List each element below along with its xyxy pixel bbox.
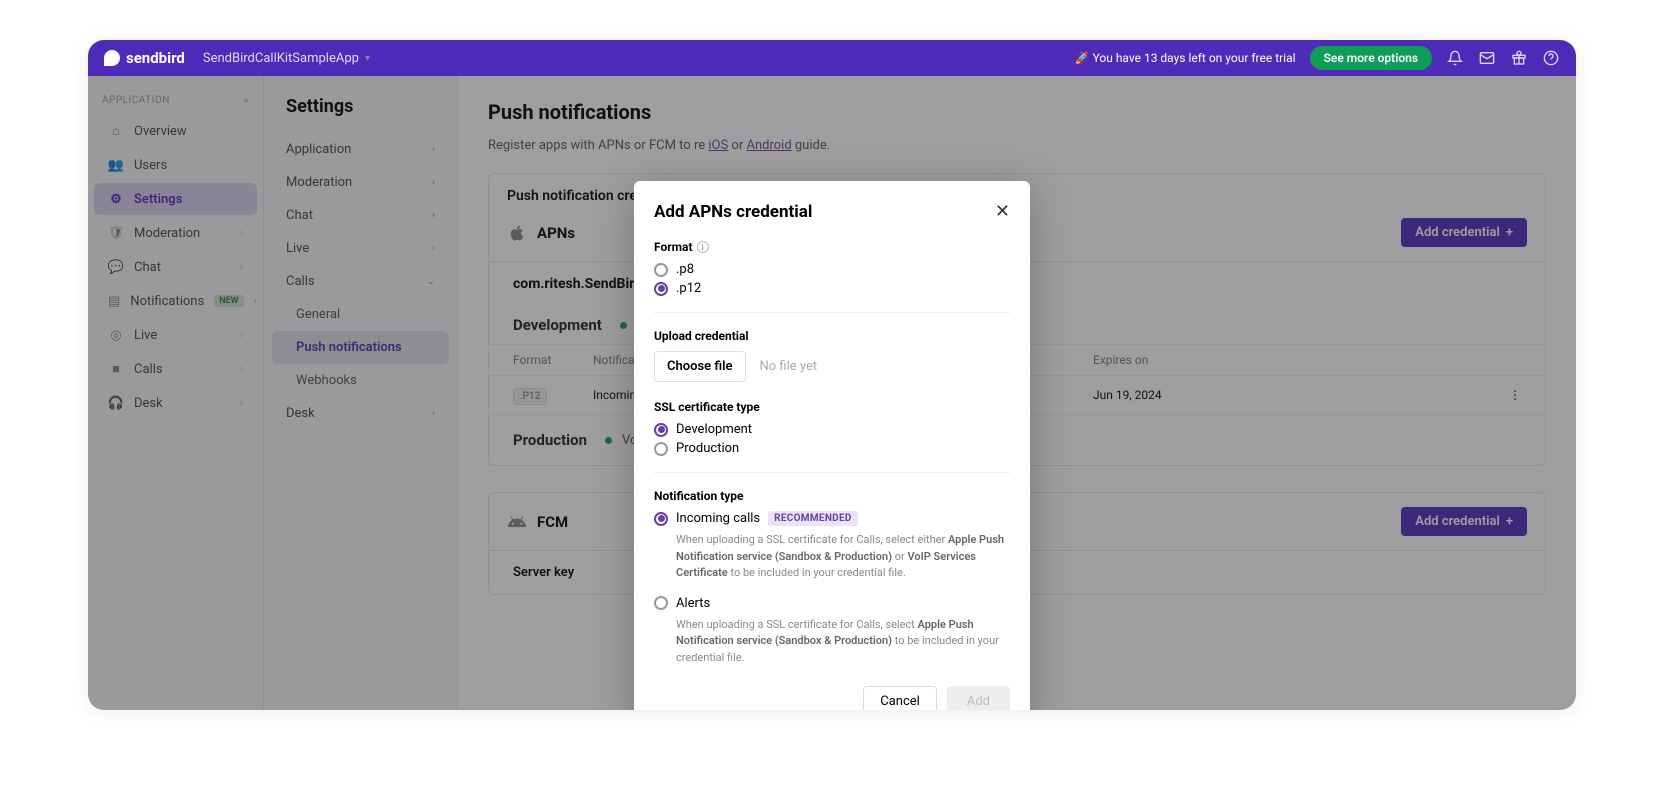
body: APPLICATION « ⌂Overview 👥Users ⚙Settings… (88, 76, 1576, 710)
notif-type-label: Notification type (654, 489, 1010, 503)
close-icon[interactable]: ✕ (995, 201, 1010, 222)
modal-overlay[interactable]: Add APNs credential ✕ Formati .p8 .p12 U… (88, 76, 1576, 710)
radio-p12[interactable]: .p12 (654, 281, 1010, 296)
modal-footer: Cancel Add (654, 686, 1010, 710)
gift-icon[interactable] (1510, 49, 1528, 67)
radio-icon (654, 596, 668, 610)
radio-icon (654, 442, 668, 456)
format-label: Formati (654, 240, 1010, 254)
radio-p8[interactable]: .p8 (654, 262, 1010, 277)
brand: sendbird (104, 49, 185, 67)
modal-header: Add APNs credential ✕ (654, 201, 1010, 222)
topbar-right: 🚀 You have 13 days left on your free tri… (1075, 46, 1560, 70)
sendbird-logo-icon (104, 50, 120, 66)
brand-text: sendbird (126, 49, 185, 67)
radio-alerts[interactable]: Alerts (654, 596, 1010, 611)
ssl-label: SSL certificate type (654, 400, 1010, 414)
radio-icon (654, 263, 668, 277)
radio-icon (654, 512, 668, 526)
app-name: SendBirdCallKitSampleApp (203, 51, 359, 66)
add-button[interactable]: Add (947, 686, 1010, 710)
radio-icon (654, 423, 668, 437)
radio-ssl-dev[interactable]: Development (654, 422, 1010, 437)
radio-ssl-prod[interactable]: Production (654, 441, 1010, 456)
cancel-button[interactable]: Cancel (863, 686, 937, 710)
info-icon[interactable]: i (697, 241, 709, 253)
app-switcher[interactable]: SendBirdCallKitSampleApp ▾ (203, 51, 370, 66)
app-frame: sendbird SendBirdCallKitSampleApp ▾ 🚀 Yo… (88, 40, 1576, 710)
add-apns-modal: Add APNs credential ✕ Formati .p8 .p12 U… (634, 181, 1030, 710)
topbar: sendbird SendBirdCallKitSampleApp ▾ 🚀 Yo… (88, 40, 1576, 76)
radio-incoming[interactable]: Incoming calls RECOMMENDED (654, 511, 1010, 526)
bell-icon[interactable] (1446, 49, 1464, 67)
no-file-text: No file yet (759, 359, 817, 374)
chevron-down-icon: ▾ (365, 53, 370, 64)
see-more-button[interactable]: See more options (1310, 46, 1432, 70)
modal-title: Add APNs credential (654, 202, 812, 222)
divider (654, 472, 1010, 473)
upload-row: Choose file No file yet (654, 351, 1010, 382)
radio-icon (654, 282, 668, 296)
alerts-help-text: When uploading a SSL certificate for Cal… (676, 617, 1010, 667)
mail-icon[interactable] (1478, 49, 1496, 67)
trial-text: 🚀 You have 13 days left on your free tri… (1075, 51, 1296, 65)
recommended-badge: RECOMMENDED (768, 511, 858, 526)
divider (654, 312, 1010, 313)
choose-file-button[interactable]: Choose file (654, 351, 746, 382)
incoming-help-text: When uploading a SSL certificate for Cal… (676, 532, 1010, 582)
upload-label: Upload credential (654, 329, 1010, 343)
help-icon[interactable] (1542, 49, 1560, 67)
